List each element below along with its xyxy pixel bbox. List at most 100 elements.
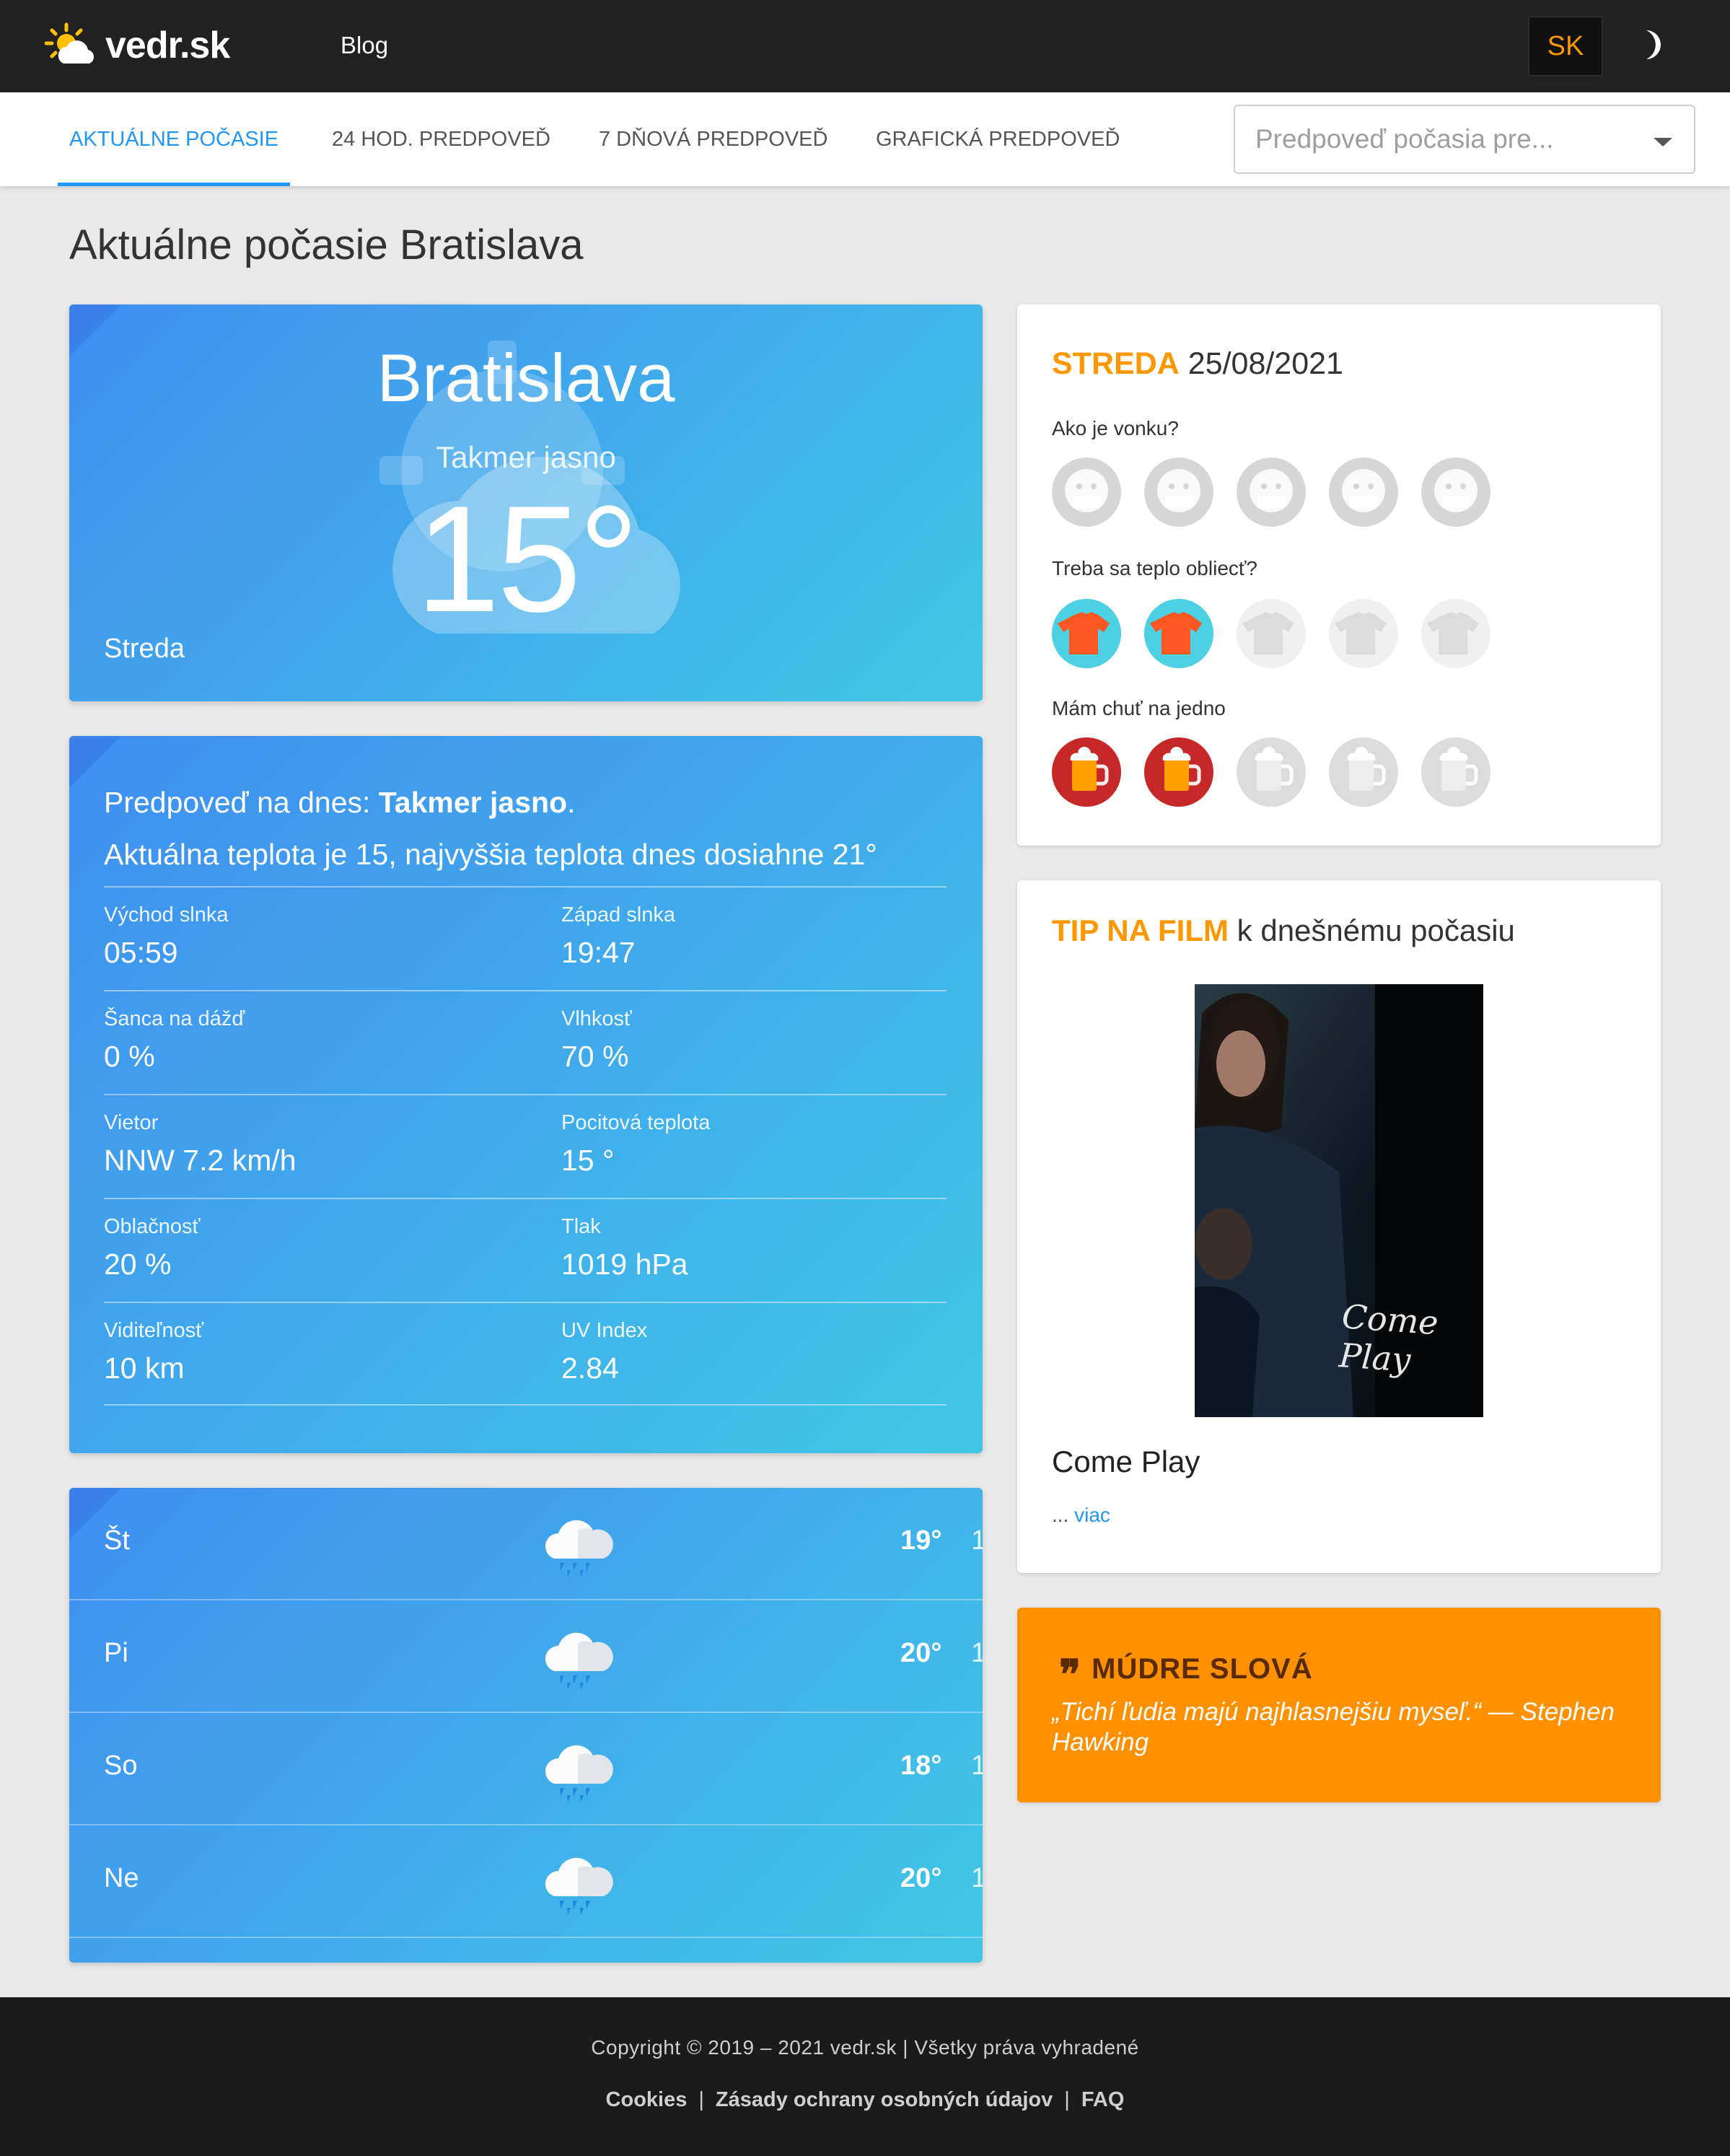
shirt-icon — [1052, 599, 1121, 668]
detail-value: 15 ° — [561, 1144, 615, 1177]
tab-current-weather[interactable]: AKTUÁLNE POČASIE — [58, 92, 291, 186]
film-poster[interactable]: Come Play — [1195, 984, 1483, 1417]
day-info-card: STREDA 25/08/2021 Ako je vonku? Treba sa… — [1017, 304, 1661, 846]
poster-text: Come Play — [1338, 1297, 1440, 1380]
location-search-select[interactable]: Predpoveď počasia pre... — [1234, 105, 1695, 174]
forecast-high: 20° — [900, 1863, 942, 1893]
shirt-icon — [1329, 599, 1398, 668]
details-row: Východ slnka 05:59 Západ slnka 19:47 — [104, 886, 947, 990]
quote-heading: ❞ MÚDRE SLOVÁ — [1059, 1651, 1313, 1699]
forecast-low: 12° — [971, 1863, 983, 1893]
detail-label: Oblačnosť — [104, 1215, 201, 1238]
today-details-card: Predpoveď na dnes: Takmer jasno. Aktuáln… — [69, 736, 983, 1453]
detail-cloudiness: Oblačnosť 20 % — [104, 1199, 561, 1302]
day-date: 25/08/2021 — [1187, 346, 1343, 381]
footer: Copyright © 2019 – 2021 vedr.sk | Všetky… — [0, 1997, 1730, 2156]
tab-label: GRAFICKÁ PREDPOVEĎ — [876, 127, 1120, 151]
summary-suffix: . — [567, 786, 576, 819]
film-tip-label: TIP NA FILM — [1052, 913, 1229, 947]
film-heading: TIP NA FILM k dnešnému počasiu — [1052, 913, 1515, 948]
cold-face-icon — [1237, 457, 1306, 527]
film-title[interactable]: Come Play — [1052, 1445, 1200, 1479]
cold-face-icon — [1421, 457, 1490, 527]
current-condition: Takmer jasno — [436, 440, 616, 474]
shirt-icon — [1144, 599, 1213, 668]
logo[interactable]: vedr.sk — [45, 22, 230, 69]
detail-wind: Vietor NNW 7.2 km/h — [104, 1095, 561, 1198]
forecast-row[interactable]: So 18° 11° — [69, 1713, 983, 1826]
film-tip-card: TIP NA FILM k dnešnému počasiu Come Play… — [1017, 880, 1661, 1573]
search-placeholder: Predpoveď počasia pre... — [1255, 124, 1554, 154]
forecast-row[interactable]: Št 19° 12° — [69, 1488, 983, 1600]
film-more-link[interactable]: viac — [1074, 1504, 1110, 1526]
detail-visibility: Viditeľnosť 10 km — [104, 1303, 561, 1404]
language-button[interactable]: SK — [1528, 16, 1603, 76]
cloud-rain-icon — [545, 1745, 613, 1802]
top-navbar: vedr.sk Blog SK — [0, 0, 1730, 92]
sun-cloud-icon — [45, 22, 95, 63]
detail-pressure: Tlak 1019 hPa — [561, 1199, 947, 1302]
cold-face-icon — [1144, 457, 1213, 527]
detail-rain-chance: Šanca na dážď 0 % — [104, 991, 561, 1094]
detail-value: NNW 7.2 km/h — [104, 1144, 297, 1177]
details-grid: Východ slnka 05:59 Západ slnka 19:47 Šanca… — [104, 886, 947, 1406]
beer-icon — [1421, 737, 1490, 807]
footer-links: Cookies | Zásady ochrany osobných údajov | F… — [0, 2088, 1730, 2112]
details-row: Vietor NNW 7.2 km/h Pocitová teplota 15 ° — [104, 1094, 947, 1198]
detail-value: 1019 hPa — [561, 1248, 688, 1281]
cold-rating — [1052, 457, 1490, 527]
summary-text: Aktuálna teplota je 15, najvyššia teplot… — [104, 838, 877, 871]
detail-value: 10 km — [104, 1351, 185, 1385]
footer-link-faq[interactable]: FAQ — [1081, 2088, 1125, 2111]
detail-label: UV Index — [561, 1319, 648, 1342]
cloud-rain-icon — [545, 1520, 613, 1577]
quote-icon: ❞ — [1059, 1651, 1082, 1699]
summary-prefix: Predpoveď na dnes: — [104, 786, 379, 819]
detail-value: 70 % — [561, 1040, 629, 1073]
daily-forecast-card: Št 19° 12° Pi 20° 11° So 18° 11° Ne 20° … — [69, 1488, 983, 1963]
shirt-icon — [1421, 599, 1490, 668]
details-row: Viditeľnosť 10 km UV Index 2.84 — [104, 1302, 947, 1406]
details-row: Oblačnosť 20 % Tlak 1019 hPa — [104, 1198, 947, 1302]
detail-label: Západ slnka — [561, 903, 675, 926]
details-row: Šanca na dážď 0 % Vlhkosť 70 % — [104, 990, 947, 1094]
current-day: Streda — [104, 634, 185, 664]
chevron-down-icon — [1654, 138, 1672, 146]
day-name: STREDA — [1052, 346, 1180, 381]
summary-condition: Takmer jasno — [378, 786, 568, 819]
film-more: ... viac — [1052, 1504, 1110, 1527]
tab-graphic-forecast[interactable]: GRAFICKÁ PREDPOVEĎ — [864, 92, 1131, 186]
footer-separator: | — [698, 2088, 704, 2111]
detail-label: Vietor — [104, 1111, 159, 1134]
detail-label: Viditeľnosť — [104, 1319, 204, 1342]
detail-value: 19:47 — [561, 936, 636, 969]
footer-separator: | — [1064, 2088, 1070, 2111]
detail-label: Pocitová teplota — [561, 1111, 711, 1134]
forecast-day: Ne — [104, 1863, 139, 1893]
shirt-icon — [1237, 599, 1306, 668]
beer-icon — [1237, 737, 1306, 807]
beer-rating — [1052, 737, 1490, 807]
current-weather-card: Bratislava Takmer jasno 15° Streda — [69, 304, 983, 701]
copyright: Copyright © 2019 – 2021 vedr.sk | Všetky… — [591, 2036, 1139, 2059]
tab-24h-forecast[interactable]: 24 HOD. PREDPOVEĎ — [320, 92, 562, 186]
day-heading: STREDA 25/08/2021 — [1052, 346, 1343, 382]
detail-value: 2.84 — [561, 1351, 619, 1385]
forecast-row[interactable]: Pi 20° 11° — [69, 1600, 983, 1713]
forecast-row[interactable]: Ne 20° 12° — [69, 1826, 983, 1938]
detail-humidity: Vlhkosť 70 % — [561, 991, 947, 1094]
page-title: Aktuálne počasie Bratislava — [69, 222, 584, 268]
tab-label: 7 DŇOVÁ PREDPOVEĎ — [599, 127, 828, 151]
tab-7day-forecast[interactable]: 7 DŇOVÁ PREDPOVEĎ — [587, 92, 839, 186]
forecast-low: 11° — [971, 1750, 983, 1781]
current-temperature: 15° — [416, 474, 639, 644]
footer-link-privacy[interactable]: Zásady ochrany osobných údajov — [716, 2088, 1053, 2111]
footer-link-cookies[interactable]: Cookies — [606, 2088, 688, 2111]
question-outside: Ako je vonku? — [1052, 417, 1179, 439]
moon-icon[interactable] — [1632, 26, 1669, 63]
forecast-day: So — [104, 1750, 138, 1781]
beer-icon — [1052, 737, 1121, 807]
detail-label: Východ slnka — [104, 903, 229, 926]
blog-link[interactable]: Blog — [341, 32, 388, 59]
quote-heading-text: MÚDRE SLOVÁ — [1092, 1653, 1313, 1685]
